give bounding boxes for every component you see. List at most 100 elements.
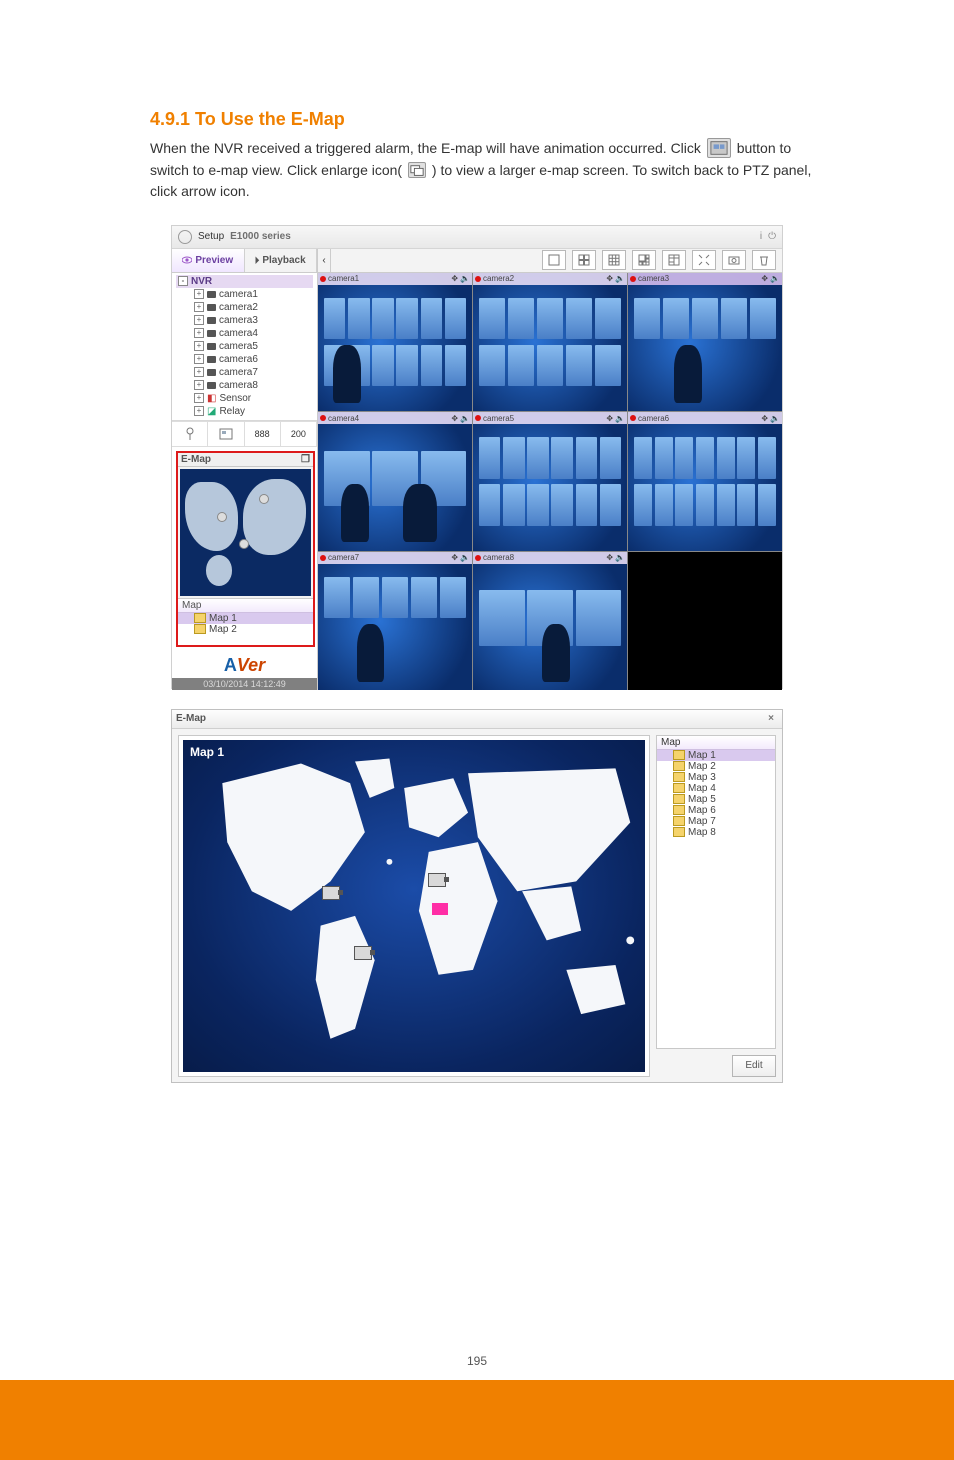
map-camera-icon[interactable] [322, 886, 340, 900]
map-list-header: Map [178, 599, 313, 613]
tab-playback[interactable]: ⏵ Playback [245, 249, 318, 272]
camera-icon [207, 304, 216, 311]
video-cell[interactable]: camera5✥🔈 [473, 412, 627, 550]
map-list-item[interactable]: Map 6 [657, 805, 775, 816]
nvr-root-label: NVR [191, 276, 212, 287]
emap-panel-highlighted: E-Map ❐ Map Map 1 Map 2 [176, 451, 315, 647]
emap-panel-title: E-Map [181, 454, 211, 465]
video-cell[interactable]: camera3✥🔈 [628, 273, 782, 411]
setup-button[interactable]: Setup [198, 231, 224, 242]
video-cell-label: camera7 [328, 553, 359, 562]
map-folder-icon [673, 772, 685, 782]
screenshot-preview-ui: Setup E1000 series i ⏻ Preview ⏵ Playbac… [171, 225, 783, 689]
para-frag-1: When the NVR received a triggered alarm,… [150, 140, 705, 156]
trash-icon[interactable] [752, 250, 776, 270]
record-dot-icon [475, 555, 481, 561]
tree-item-camera: +camera7 [176, 366, 313, 379]
map-node-icon [259, 494, 269, 504]
camera-icon [207, 356, 216, 363]
layout-1x1-icon[interactable] [542, 250, 566, 270]
emap-window-title: E-Map [176, 713, 206, 724]
layout-3x3-icon[interactable] [602, 250, 626, 270]
map-list-item[interactable]: Map 4 [657, 783, 775, 794]
edit-button[interactable]: Edit [732, 1055, 776, 1077]
enlarge-icon[interactable]: ❐ [301, 454, 310, 465]
tab-preview-label: Preview [195, 255, 233, 266]
power-icon[interactable]: ⏻ [768, 231, 776, 242]
fullscreen-icon[interactable] [692, 250, 716, 270]
video-cell-label: camera6 [638, 414, 669, 423]
video-cell-label: camera8 [483, 553, 514, 562]
map-node-icon [239, 539, 249, 549]
emap-viewport[interactable]: Map 1 [178, 735, 650, 1077]
timestamp-label: 03/10/2014 14:12:49 [172, 678, 317, 690]
audio-mini-icon: 🔈 [460, 274, 470, 283]
video-cell-empty[interactable] [628, 552, 782, 690]
map-list-header: Map [657, 736, 775, 750]
record-dot-icon [475, 276, 481, 282]
video-cell[interactable]: camera4✥🔈 [318, 412, 472, 550]
map-node-icon [217, 512, 227, 522]
product-title: E1000 series [230, 231, 291, 242]
video-cell[interactable]: camera8✥🔈 [473, 552, 627, 690]
map-relay-icon[interactable] [432, 903, 448, 915]
map-folder-icon [194, 613, 206, 623]
video-cell[interactable]: camera6✥🔈 [628, 412, 782, 550]
map-list-item[interactable]: Map 8 [657, 827, 775, 838]
tree-item-camera: +camera4 [176, 327, 313, 340]
emap-panel-icon[interactable] [208, 422, 244, 446]
map-folder-icon [194, 624, 206, 634]
map-list-item[interactable]: Map 5 [657, 794, 775, 805]
layout-1plus5-icon[interactable] [632, 250, 656, 270]
playback-icon: ⏵ [255, 255, 260, 266]
video-cell-label: camera1 [328, 274, 359, 283]
tree-item-camera: +camera2 [176, 301, 313, 314]
map-camera-icon[interactable] [428, 873, 446, 887]
info-icon[interactable]: i [760, 231, 762, 242]
record-dot-icon [320, 415, 326, 421]
layout-2x2-icon[interactable] [572, 250, 596, 270]
snapshot-icon[interactable] [722, 250, 746, 270]
status-panel-icon[interactable]: 200 [281, 422, 317, 446]
device-tree[interactable]: -NVR +camera1 +camera2 +camera3 +camera4… [172, 273, 317, 421]
tab-preview[interactable]: Preview [172, 249, 245, 272]
layout-custom-icon[interactable] [662, 250, 686, 270]
map-folder-icon [673, 750, 685, 760]
current-map-title: Map 1 [190, 745, 224, 759]
map-folder-icon [673, 816, 685, 826]
video-cell[interactable]: camera7✥🔈 [318, 552, 472, 690]
tree-item-relay: +◪Relay [176, 405, 313, 418]
camera-icon [207, 317, 216, 324]
record-dot-icon [320, 555, 326, 561]
map-list-item[interactable]: Map 3 [657, 772, 775, 783]
video-cell[interactable]: camera1✥🔈 [318, 273, 472, 411]
video-cell-label: camera4 [328, 414, 359, 423]
tree-item-camera: +camera1 [176, 288, 313, 301]
map-list-item[interactable]: Map 2 [178, 624, 313, 635]
screenshot-emap-window: E-Map × Map 1 [171, 709, 783, 1083]
section-heading: 4.9.1 To Use the E-Map [150, 106, 824, 134]
video-cell[interactable]: camera2✥🔈 [473, 273, 627, 411]
map-folder-icon [673, 805, 685, 815]
emap-thumbnail[interactable] [180, 469, 311, 596]
map-list-item[interactable]: Map 7 [657, 816, 775, 827]
map-list-item[interactable]: Map 2 [657, 761, 775, 772]
eye-icon [182, 255, 192, 265]
brand-logo: AVer [172, 651, 317, 678]
map-list-item[interactable]: Map 1 [178, 613, 313, 624]
map-folder-icon [673, 761, 685, 771]
map-folder-icon [673, 783, 685, 793]
gear-icon [178, 230, 192, 244]
map-camera-icon[interactable] [354, 946, 372, 960]
ptz-panel-icon[interactable] [172, 422, 208, 446]
camera-icon [207, 369, 216, 376]
footer-band [0, 1380, 954, 1460]
video-cell-label: camera2 [483, 274, 514, 283]
close-icon[interactable]: × [764, 713, 778, 724]
tree-item-camera: +camera8 [176, 379, 313, 392]
collapse-icon[interactable]: ‹ [318, 249, 331, 272]
map-list-item[interactable]: Map 1 [657, 750, 775, 761]
map-list: Map Map 1 Map 2 Map 3 Map 4 Map 5 Map 6 … [656, 735, 776, 1049]
record-dot-icon [630, 276, 636, 282]
io-panel-icon[interactable]: 888 [245, 422, 281, 446]
